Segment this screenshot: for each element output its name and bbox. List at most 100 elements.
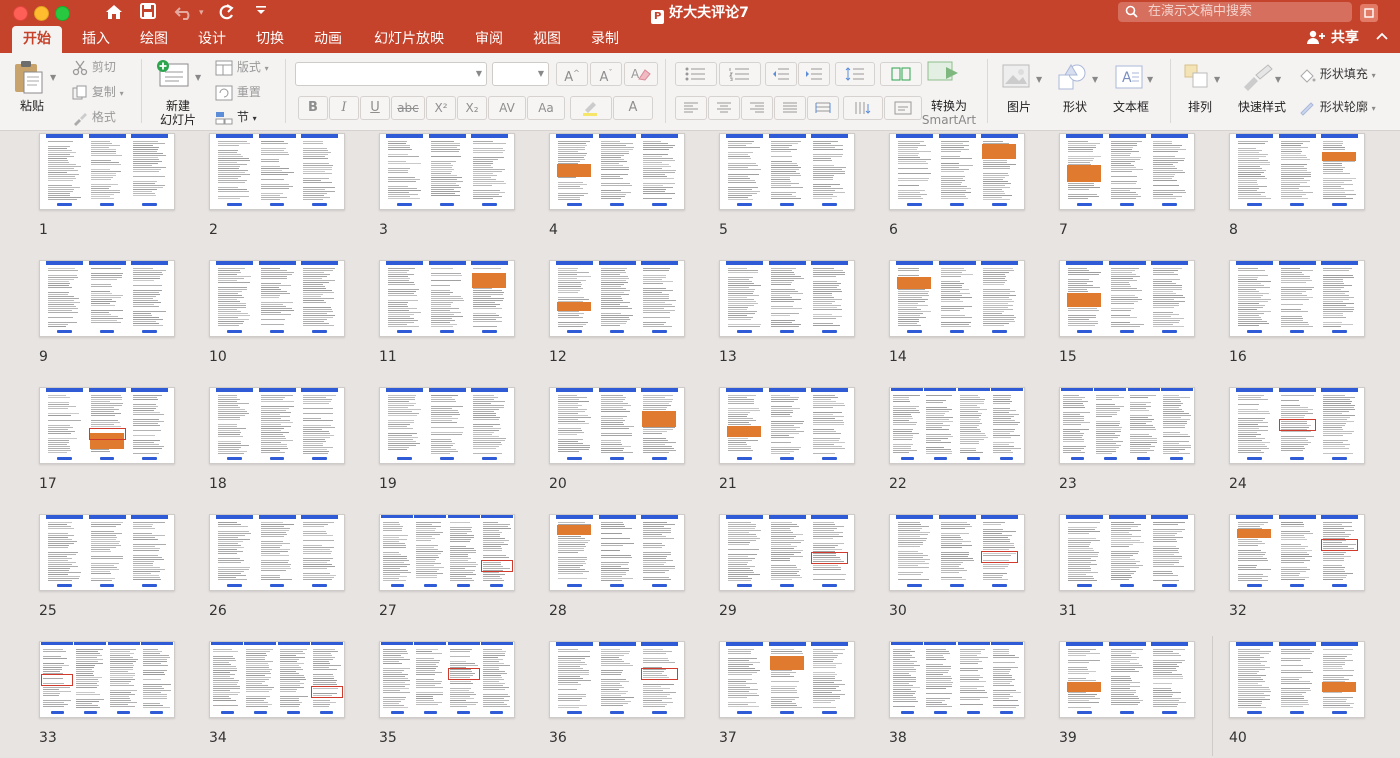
tab-insert[interactable]: 插入 [73, 26, 119, 53]
new-slide-dropdown-icon[interactable]: ▼ [195, 73, 201, 82]
smiley-feedback-icon[interactable] [1360, 4, 1378, 22]
shapes-dropdown-icon[interactable]: ▼ [1092, 75, 1098, 84]
arrange-label[interactable]: 排列 [1180, 100, 1220, 114]
slide-preview[interactable] [209, 133, 345, 210]
slide-preview[interactable] [39, 133, 175, 210]
tab-animations[interactable]: 动画 [305, 26, 351, 53]
tab-review[interactable]: 审阅 [466, 26, 512, 53]
slide-preview[interactable] [209, 260, 345, 337]
slide-preview[interactable] [379, 260, 515, 337]
slide-preview[interactable] [549, 514, 685, 591]
clear-formatting-button[interactable]: A [624, 62, 658, 86]
grow-font-button[interactable]: A^ [556, 62, 588, 86]
section-button[interactable]: 节 ▾ [215, 108, 257, 126]
picture-label[interactable]: 图片 [999, 100, 1039, 114]
bullets-button[interactable] [675, 62, 717, 86]
slide-preview[interactable] [39, 260, 175, 337]
slide-preview[interactable] [719, 260, 855, 337]
character-spacing-button[interactable]: AV [488, 96, 526, 120]
shapes-label[interactable]: 形状 [1055, 100, 1095, 114]
share-button[interactable]: 共享 [1306, 26, 1359, 53]
slide-preview[interactable] [549, 260, 685, 337]
tab-draw[interactable]: 绘图 [131, 26, 177, 53]
slide-preview[interactable] [549, 133, 685, 210]
minimize-window-button[interactable] [34, 6, 49, 21]
customize-toolbar-icon[interactable] [255, 2, 267, 24]
bold-button[interactable]: B [298, 96, 328, 120]
slide-preview[interactable] [1229, 260, 1365, 337]
superscript-button[interactable]: X² [426, 96, 456, 120]
quick-styles-icon[interactable] [1240, 63, 1274, 94]
format-painter-button[interactable]: 格式 [72, 108, 116, 126]
save-icon[interactable] [139, 2, 157, 26]
shapes-icon[interactable] [1057, 63, 1089, 94]
slide-preview[interactable] [1059, 514, 1195, 591]
zoom-window-button[interactable] [55, 6, 70, 21]
slide-preview[interactable] [1229, 387, 1365, 464]
slide-preview[interactable] [39, 387, 175, 464]
shrink-font-button[interactable]: Aˇ [590, 62, 622, 86]
slide-preview[interactable] [549, 387, 685, 464]
italic-button[interactable]: I [329, 96, 359, 120]
tab-record[interactable]: 录制 [582, 26, 628, 53]
font-name-select[interactable]: ▼ [295, 62, 487, 86]
slide-preview[interactable] [889, 133, 1025, 210]
highlight-color-button[interactable] [570, 96, 612, 120]
tab-slideshow[interactable]: 幻灯片放映 [366, 26, 452, 53]
increase-indent-button[interactable] [798, 62, 830, 86]
slide-preview[interactable] [379, 133, 515, 210]
quick-styles-label[interactable]: 快速样式 [1232, 100, 1292, 114]
change-case-button[interactable]: Aa [527, 96, 565, 120]
slide-preview[interactable] [719, 133, 855, 210]
slide-sorter[interactable]: 1 2 3 4 5 6 7 8 9 10 11 12 13 14 15 16 17 18 19 20 21 22 23 24 2… [0, 131, 1400, 758]
textbox-label[interactable]: 文本框 [1108, 100, 1154, 114]
quick-styles-dropdown-icon[interactable]: ▼ [1275, 75, 1281, 84]
slide-preview[interactable] [889, 387, 1025, 464]
slide-preview[interactable] [549, 641, 685, 718]
slide-preview[interactable] [1059, 641, 1195, 718]
slide-preview[interactable] [719, 514, 855, 591]
slide-preview[interactable] [39, 514, 175, 591]
copy-button[interactable]: 复制 ▾ [72, 83, 124, 101]
justify-button[interactable] [774, 96, 806, 120]
decrease-indent-button[interactable] [765, 62, 797, 86]
slide-preview[interactable] [719, 387, 855, 464]
slide-preview[interactable] [1059, 260, 1195, 337]
slide-preview[interactable] [1229, 133, 1365, 210]
slide-preview[interactable] [1229, 641, 1365, 718]
slide-preview[interactable] [889, 514, 1025, 591]
slide-preview[interactable] [39, 641, 175, 718]
strikethrough-button[interactable]: abc [391, 96, 425, 120]
new-slide-button-label[interactable]: 新建 幻灯片 [152, 99, 204, 127]
paste-dropdown-icon[interactable]: ▼ [50, 73, 56, 82]
align-text-button[interactable] [884, 96, 922, 120]
slide-preview[interactable] [1059, 387, 1195, 464]
slide-preview[interactable] [379, 387, 515, 464]
slide-preview[interactable] [889, 260, 1025, 337]
slide-preview[interactable] [719, 641, 855, 718]
slide-preview[interactable] [209, 641, 345, 718]
picture-icon[interactable] [1002, 63, 1032, 92]
paste-button-label[interactable]: 粘贴 [12, 99, 52, 113]
underline-button[interactable]: U [360, 96, 390, 120]
text-direction-button[interactable] [843, 96, 883, 120]
slide-preview[interactable] [1059, 133, 1195, 210]
align-right-button[interactable] [741, 96, 773, 120]
layout-button[interactable]: 版式 ▾ [215, 58, 269, 76]
paste-icon[interactable] [13, 59, 45, 98]
columns-button[interactable] [880, 62, 922, 86]
textbox-icon[interactable]: A [1114, 63, 1144, 94]
home-icon[interactable] [104, 2, 124, 28]
shape-fill-button[interactable]: 形状填充 ▾ [1298, 65, 1376, 83]
slide-preview[interactable] [209, 514, 345, 591]
slide-preview[interactable] [209, 387, 345, 464]
slide-preview[interactable] [379, 514, 515, 591]
undo-icon[interactable] [174, 2, 196, 28]
numbering-button[interactable] [719, 62, 761, 86]
reset-button[interactable]: 重置 [215, 83, 261, 101]
cut-button[interactable]: 剪切 [72, 58, 116, 76]
line-spacing-button[interactable] [835, 62, 875, 86]
tab-transitions[interactable]: 切换 [247, 26, 293, 53]
textbox-dropdown-icon[interactable]: ▼ [1147, 75, 1153, 84]
smartart-icon[interactable] [926, 59, 962, 90]
